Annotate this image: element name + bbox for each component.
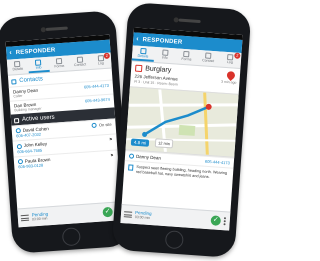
contact-phone[interactable]: 605-443-9674 [85, 97, 110, 108]
tab-label: Details [12, 66, 24, 72]
document-icon [128, 164, 134, 172]
user-phone[interactable]: 605-407-2032 [16, 131, 49, 139]
tab-label: Forms [181, 56, 192, 62]
footer-bar: Pending 03:00 min ✓ [120, 204, 231, 231]
left-screen: ‹ RESPONDER Details Info Forms Contact L… [5, 34, 123, 228]
tab-forms[interactable]: Forms [48, 55, 70, 71]
more-options-icon[interactable] [223, 216, 227, 226]
route-distance: 4.8 mi [130, 138, 150, 147]
log-badge: 2 [103, 52, 110, 60]
home-button[interactable] [164, 230, 184, 250]
front-camera [173, 17, 179, 23]
tab-contact[interactable]: Contact [197, 50, 220, 66]
incident-type: Burglary [144, 65, 172, 75]
route-eta: 12 min [154, 138, 174, 149]
tab-log[interactable]: Log 2 [90, 52, 112, 69]
users-icon [13, 117, 20, 123]
active-users-heading-label: Active users [21, 114, 55, 123]
contacts-heading-label: Contacts [19, 76, 44, 84]
tab-label: Contact [202, 58, 215, 64]
home-button[interactable] [61, 227, 81, 247]
tab-label: Details [137, 53, 149, 59]
running-icon: ⚑ [108, 136, 113, 143]
back-arrow-icon[interactable]: ‹ [9, 49, 12, 56]
speaker-grille [178, 18, 201, 24]
tab-label: Info [35, 65, 42, 70]
pending-status: Pending 03:00 min [29, 208, 104, 223]
check-icon[interactable]: ✓ [210, 215, 222, 226]
tab-info[interactable]: Info [27, 56, 50, 74]
app-title: RESPONDER [15, 47, 56, 57]
contact-role: Building manager [14, 106, 42, 113]
user-phone[interactable]: 605-983-0128 [18, 162, 51, 169]
pending-status: Pending 03:00 min [132, 210, 212, 225]
log-badge: 2 [234, 52, 241, 59]
right-screen: ‹ RESPONDER Details Info Forms Contact L… [120, 27, 243, 231]
right-phone: ‹ RESPONDER Details Info Forms Contact L… [111, 2, 252, 258]
caller-phone[interactable]: 605-444-4173 [205, 159, 230, 166]
back-arrow-icon[interactable]: ‹ [136, 36, 139, 43]
description-text: Suspect seen fleeing building, heading n… [135, 165, 228, 179]
speaker-grille [45, 26, 68, 32]
running-icon: ⚑ [109, 152, 114, 158]
tab-forms[interactable]: Forms [175, 48, 198, 64]
tab-label: Log [226, 60, 233, 65]
tab-details[interactable]: Details [131, 45, 155, 62]
tab-details[interactable]: Details [7, 58, 29, 74]
tab-info[interactable]: Info [153, 47, 176, 63]
location-icon [91, 123, 98, 129]
tab-label: Contact [73, 62, 87, 68]
caller-name: Danny Dean [135, 153, 162, 161]
check-icon[interactable]: ✓ [102, 206, 114, 218]
tab-contact[interactable]: Contact [69, 54, 91, 70]
user-status: On site [98, 121, 112, 128]
left-phone: ‹ RESPONDER Details Info Forms Contact L… [0, 10, 132, 254]
contacts-icon [11, 78, 17, 85]
footer-bar: Pending 03:00 min ✓ [17, 201, 123, 228]
tab-label: Log [97, 61, 104, 66]
tab-label: Forms [54, 63, 65, 69]
tab-log[interactable]: Log 2 [219, 51, 242, 67]
contact-phone[interactable]: 605-444-4173 [84, 83, 109, 94]
caller-icon [128, 153, 135, 160]
app-title: RESPONDER [142, 37, 183, 46]
burglary-icon [134, 64, 143, 73]
tab-label: Info [161, 55, 168, 60]
route-map[interactable]: 4.8 mi 12 min [125, 86, 239, 158]
